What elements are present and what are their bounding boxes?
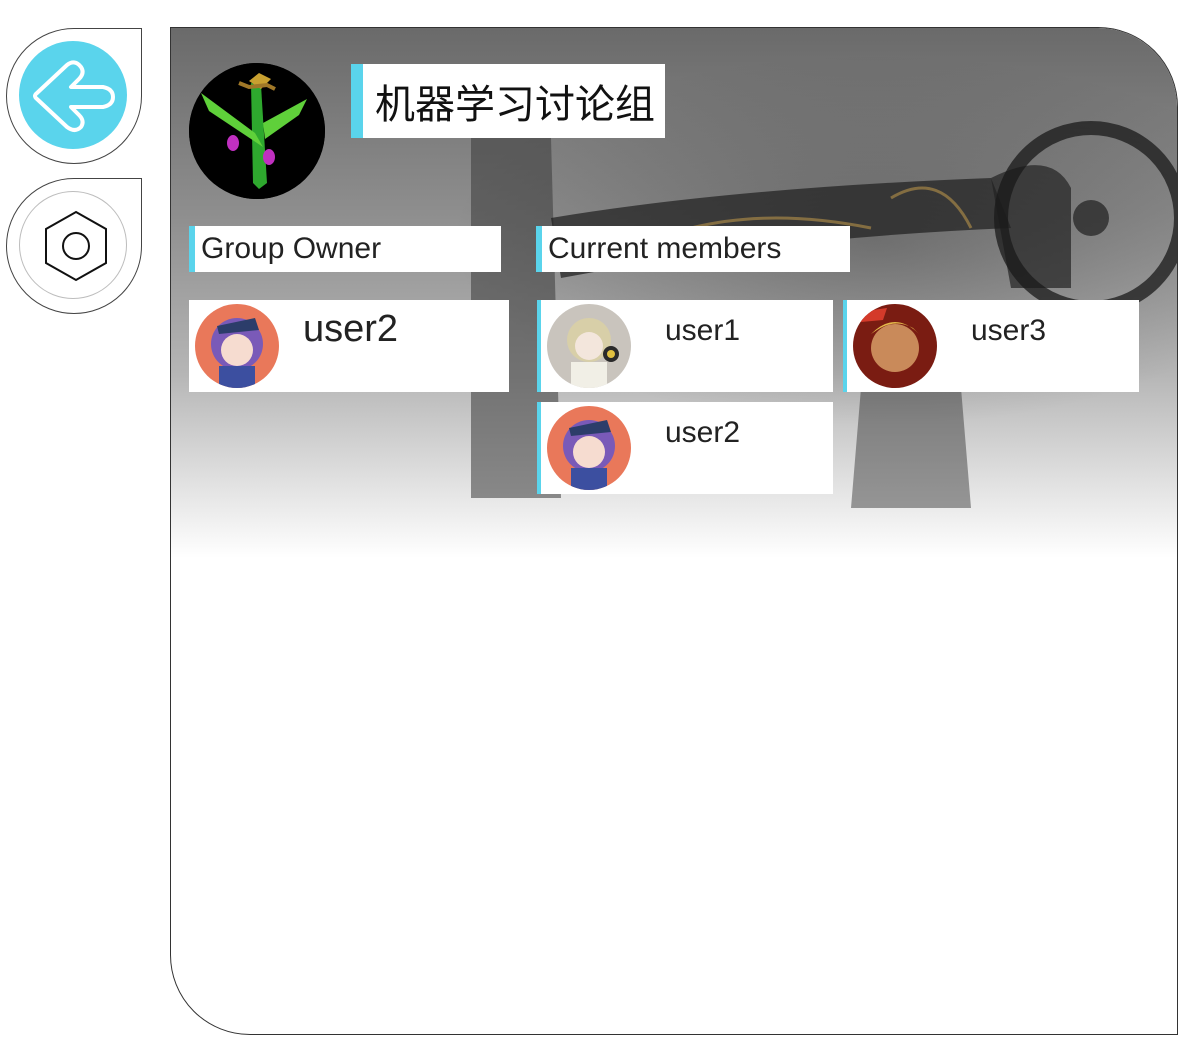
settings-tab[interactable] bbox=[6, 178, 142, 314]
airplane-pointcloud-icon bbox=[189, 63, 325, 199]
member-card[interactable]: user2 bbox=[537, 402, 833, 494]
back-button[interactable] bbox=[19, 41, 127, 149]
avatar bbox=[195, 304, 279, 388]
member-name: user2 bbox=[665, 416, 741, 449]
group-panel: 机器学习讨论组 Group Owner Current members user… bbox=[170, 27, 1178, 1035]
avatar bbox=[547, 406, 631, 490]
group-avatar bbox=[189, 63, 325, 199]
group-title: 机器学习讨论组 bbox=[351, 64, 665, 138]
avatar bbox=[853, 304, 937, 388]
arrow-left-icon bbox=[33, 60, 115, 132]
member-name: user3 bbox=[971, 314, 1047, 347]
owner-card[interactable]: user2 bbox=[189, 300, 509, 392]
back-tab[interactable] bbox=[6, 28, 142, 164]
hexagon-nut-icon bbox=[45, 210, 107, 282]
settings-button[interactable] bbox=[19, 191, 127, 299]
current-members-label: Current members bbox=[536, 226, 850, 272]
avatar bbox=[547, 304, 631, 388]
member-name: user1 bbox=[665, 314, 741, 347]
member-card[interactable]: user1 bbox=[537, 300, 833, 392]
owner-name: user2 bbox=[303, 308, 399, 350]
group-owner-label: Group Owner bbox=[189, 226, 501, 272]
member-card[interactable]: user3 bbox=[843, 300, 1139, 392]
